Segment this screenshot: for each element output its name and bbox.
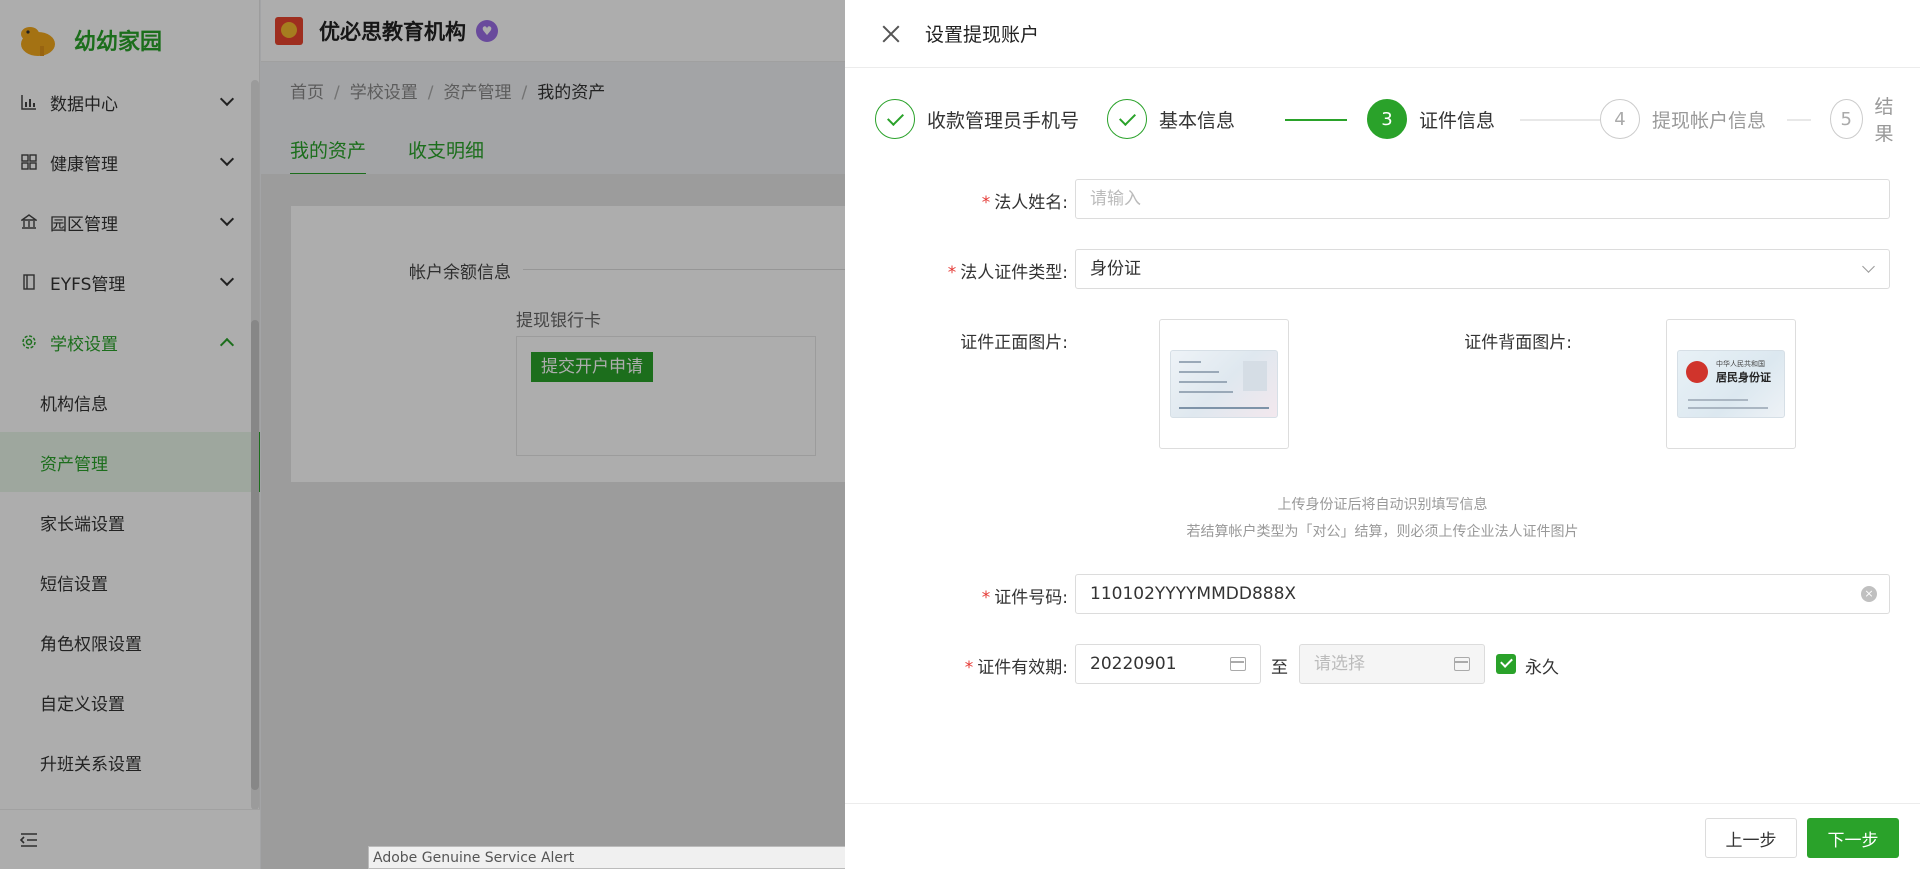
drawer-header: 设置提现账户 [845,0,1920,68]
field-label: * 法人姓名: [981,193,1068,213]
step-label: 证件信息 [1419,109,1496,132]
upload-hint-1: 上传身份证后将自动识别填写信息 [1277,497,1488,513]
step-label: 提现帐户信息 [1652,109,1767,132]
forever-label[interactable]: 永久 [1525,653,1559,678]
date-placeholder: 请选择 [1314,654,1365,674]
close-icon[interactable] [881,24,901,44]
check-icon [875,99,915,139]
step-1: 收款管理员手机号 [875,98,1079,140]
field-label: 证件背面图片: [1464,333,1572,353]
step-connector [1520,119,1600,121]
id-card-front-image [1170,350,1278,418]
field-label: * 证件号码: [981,588,1068,608]
forever-checkbox[interactable] [1496,654,1516,674]
start-date-picker[interactable]: 20220901 [1075,644,1261,684]
step-5: 5 结果 [1830,96,1905,145]
step-label: 基本信息 [1159,109,1236,132]
prev-step-button[interactable]: 上一步 [1705,818,1797,858]
step-number: 5 [1830,99,1863,139]
legal-name-input[interactable]: 请输入 [1075,179,1890,219]
field-label: * 证件有效期: [964,658,1068,678]
date-range-separator: 至 [1271,658,1288,678]
upload-hint-2: 若结算帐户类型为「对公」结算，则必须上传企业法人证件图片 [1186,524,1579,540]
field-label: 证件正面图片: [960,333,1068,353]
step-number: 4 [1600,99,1640,139]
end-date-picker[interactable]: 请选择 [1299,644,1485,684]
national-emblem-icon [1686,361,1708,383]
clear-icon[interactable]: × [1861,586,1877,602]
step-label: 收款管理员手机号 [927,109,1080,132]
alert-title: Adobe Genuine Service Alert [373,850,575,866]
id-card-back-image: 中华人民共和国 居民身份证 [1677,350,1785,418]
drawer-title: 设置提现账户 [925,24,1040,46]
drawer-footer: 上一步 下一步 [845,803,1920,869]
field-label: * 法人证件类型: [947,263,1068,283]
step-3: 3 证件信息 [1367,98,1495,140]
calendar-icon [1230,657,1246,671]
step-number: 3 [1367,99,1407,139]
id-number-input[interactable]: 110102YYYYMMDD888X × [1075,574,1890,614]
input-value: 110102YYYYMMDD888X [1090,584,1297,604]
required-marker: * [981,588,991,608]
id-front-upload[interactable] [1159,319,1289,449]
id-type-select[interactable]: 身份证 [1075,249,1890,289]
step-4: 4 提现帐户信息 [1600,98,1766,140]
calendar-icon [1454,657,1470,671]
required-marker: * [964,658,974,678]
check-icon [1107,99,1147,139]
date-value: 20220901 [1090,654,1177,674]
modal-mask[interactable] [0,0,845,869]
steps: 收款管理员手机号 基本信息 3 证件信息 4 提现帐户信息 5 结果 [875,96,1905,145]
required-marker: * [981,193,991,213]
step-connector [1787,119,1811,121]
step-2: 基本信息 [1107,98,1235,140]
step-connector [1285,119,1347,121]
step-label: 结果 [1874,96,1894,145]
required-marker: * [947,263,957,283]
chevron-down-icon [1862,260,1875,273]
next-step-button[interactable]: 下一步 [1807,818,1899,858]
id-back-upload[interactable]: 中华人民共和国 居民身份证 [1666,319,1796,449]
id-back-title-small: 中华人民共和国 [1716,360,1765,368]
id-back-title: 居民身份证 [1716,371,1771,384]
withdraw-account-drawer: 设置提现账户 收款管理员手机号 基本信息 3 证件信息 4 提现帐户信息 5 结… [845,0,1920,869]
select-value: 身份证 [1090,259,1141,279]
